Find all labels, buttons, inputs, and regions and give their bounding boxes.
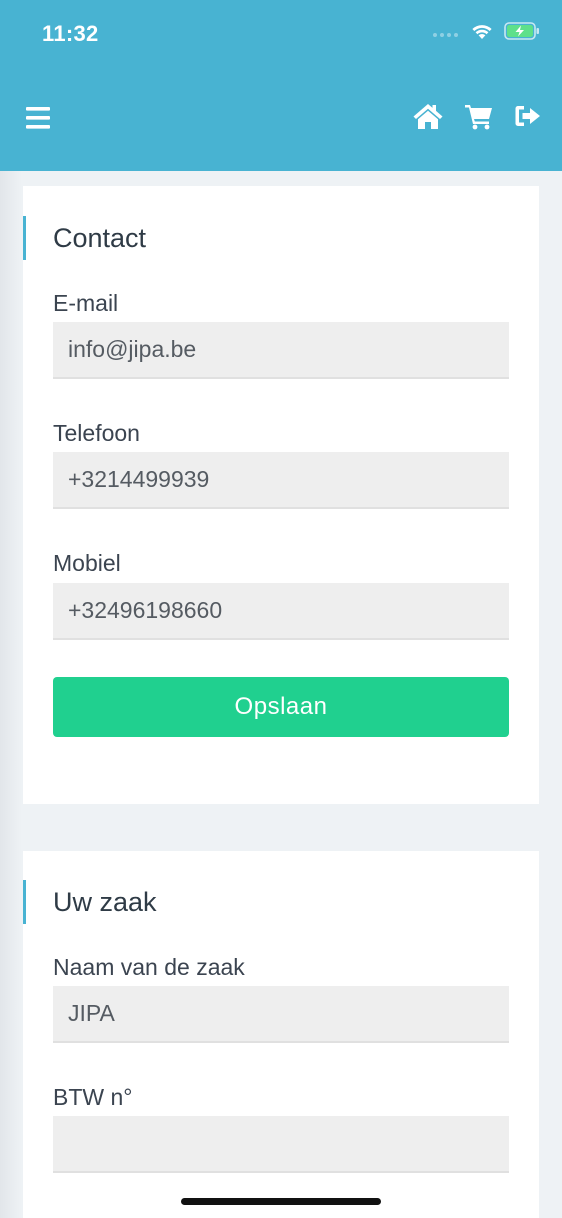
side-drawer-edge bbox=[0, 171, 22, 1218]
signal-dots-icon bbox=[432, 25, 460, 43]
email-field[interactable] bbox=[53, 322, 509, 379]
home-indicator bbox=[181, 1198, 381, 1205]
contact-card: Contact E-mail Telefoon Mobiel Opslaan bbox=[23, 186, 539, 804]
header-actions bbox=[412, 102, 542, 135]
phone-label: Telefoon bbox=[53, 420, 140, 446]
email-label: E-mail bbox=[53, 290, 119, 316]
menu-icon[interactable] bbox=[26, 104, 52, 132]
business-card: Uw zaak Naam van de zaak BTW n° bbox=[23, 851, 539, 1218]
logout-icon[interactable] bbox=[514, 103, 542, 134]
cart-icon[interactable] bbox=[464, 102, 494, 135]
app-header: 11:32 bbox=[0, 0, 562, 171]
save-button[interactable]: Opslaan bbox=[53, 677, 509, 737]
business-title: Uw zaak bbox=[23, 880, 423, 924]
business-name-label: Naam van de zaak bbox=[53, 954, 245, 980]
status-icons bbox=[432, 22, 540, 45]
mobile-label: Mobiel bbox=[53, 550, 121, 576]
home-icon[interactable] bbox=[412, 102, 444, 135]
contact-title: Contact bbox=[23, 216, 423, 260]
phone-field[interactable] bbox=[53, 452, 509, 509]
vat-label: BTW n° bbox=[53, 1084, 133, 1110]
battery-charging-icon bbox=[504, 22, 540, 45]
vat-field[interactable] bbox=[53, 1116, 509, 1173]
status-time: 11:32 bbox=[42, 21, 99, 46]
wifi-icon bbox=[470, 22, 494, 45]
business-name-field[interactable] bbox=[53, 986, 509, 1043]
mobile-field[interactable] bbox=[53, 583, 509, 640]
